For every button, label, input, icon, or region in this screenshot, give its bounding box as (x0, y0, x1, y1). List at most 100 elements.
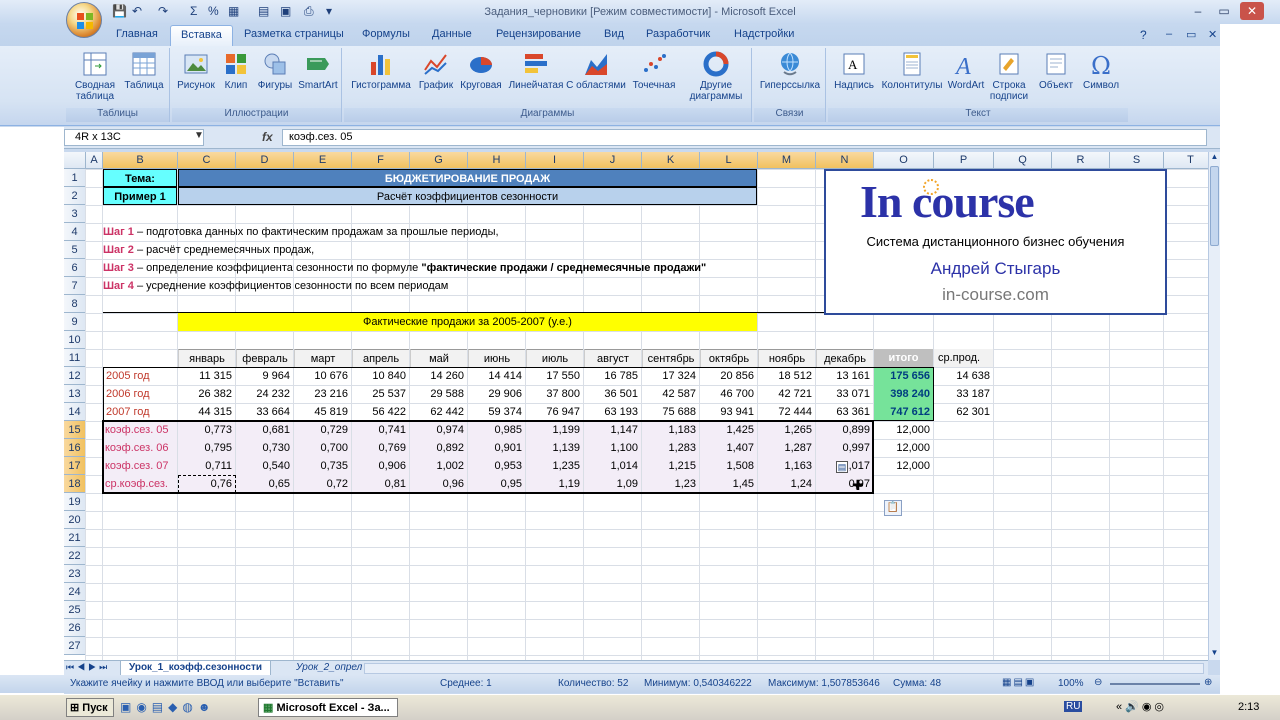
column-header-o[interactable]: O (874, 152, 934, 169)
percent-icon[interactable]: % (208, 4, 219, 18)
column-header-c[interactable]: C (178, 152, 236, 169)
coef-value[interactable]: 0,795 (178, 439, 235, 457)
sheet-tab-2[interactable]: Урок_2_опрел (288, 661, 370, 676)
coef-value[interactable]: 0,953 (468, 457, 525, 475)
sales-value[interactable]: 33 664 (236, 403, 293, 421)
coef-value[interactable]: 1,508 (700, 457, 757, 475)
column-header-n[interactable]: N (816, 152, 874, 169)
sales-value[interactable]: 14 260 (410, 367, 467, 385)
row-header-13[interactable]: 13 (64, 385, 86, 403)
coef-value[interactable]: 1,199 (526, 421, 583, 439)
coef-value[interactable]: 0,892 (410, 439, 467, 457)
close-button[interactable]: ✕ (1240, 2, 1264, 20)
coef-total[interactable]: 12,000 (874, 457, 933, 475)
tab-developer[interactable]: Разработчик (646, 28, 710, 40)
shapes-button[interactable]: Фигуры (254, 50, 296, 91)
select-all-corner[interactable] (64, 152, 86, 169)
coef-value[interactable]: 0,711 (178, 457, 235, 475)
coef-value[interactable]: 0,681 (236, 421, 293, 439)
office-button[interactable] (66, 2, 102, 38)
language-indicator[interactable]: RU (1064, 701, 1083, 712)
row-header-8[interactable]: 8 (64, 295, 86, 313)
row-header-23[interactable]: 23 (64, 565, 86, 583)
coef-value[interactable]: 0,997 (816, 439, 873, 457)
sales-value[interactable]: 14 414 (468, 367, 525, 385)
ribbon-restore-icon[interactable]: ▭ (1186, 28, 1196, 41)
coef-value[interactable]: 0,899 (816, 421, 873, 439)
coef-value[interactable]: 1,014 (584, 457, 641, 475)
tray-icons[interactable]: «🔊◉◎ (1116, 700, 1167, 713)
month-header[interactable]: май (410, 349, 467, 367)
smartart-button[interactable]: SmartArt (296, 50, 340, 91)
ribbon-minimize-icon[interactable]: – (1166, 28, 1172, 40)
avg-value[interactable]: 62 301 (934, 403, 993, 421)
coef-total[interactable]: 12,000 (874, 439, 933, 457)
coef-value[interactable]: 0,96 (410, 475, 467, 493)
paste-options-icon[interactable]: 📋 (884, 500, 902, 516)
example-value-cell[interactable]: Расчёт коэффициентов сезонности (178, 187, 757, 205)
year-label[interactable]: 2007 год (103, 403, 177, 421)
line-chart-button[interactable]: График (416, 50, 456, 91)
sales-value[interactable]: 42 721 (758, 385, 815, 403)
month-header[interactable]: июнь (468, 349, 525, 367)
coef-value[interactable]: 1,163 (758, 457, 815, 475)
column-chart-button[interactable]: Гистограмма (348, 50, 414, 91)
scroll-down-icon[interactable]: ▼ (1209, 648, 1220, 660)
coef-value[interactable]: 0,735 (294, 457, 351, 475)
coef-value[interactable]: 0,906 (352, 457, 409, 475)
name-box-dropdown-icon[interactable]: ▼ (194, 130, 204, 141)
scatter-chart-button[interactable]: Точечная (626, 50, 682, 91)
coef-value[interactable]: 1,139 (526, 439, 583, 457)
coef-value[interactable]: 1,100 (584, 439, 641, 457)
fx-icon[interactable]: fx (262, 130, 273, 144)
sales-value[interactable]: 16 785 (584, 367, 641, 385)
coef-value[interactable]: 0,769 (352, 439, 409, 457)
coef-value[interactable]: 1,45 (700, 475, 757, 493)
coef-value[interactable]: 0,741 (352, 421, 409, 439)
row-header-14[interactable]: 14 (64, 403, 86, 421)
avg-header[interactable]: ср.прод. (934, 349, 993, 367)
total-header[interactable]: итого (874, 349, 933, 367)
zoom-level[interactable]: 100% (1058, 678, 1084, 689)
sales-value[interactable]: 63 193 (584, 403, 641, 421)
column-header-l[interactable]: L (700, 152, 758, 169)
sheet-tab-1[interactable]: Урок_1_коэфф.сезонности (120, 661, 272, 676)
row-header-1[interactable]: 1 (64, 169, 86, 187)
total-value[interactable]: 747 612 (874, 403, 933, 421)
step1-cell[interactable]: Шаг 1 – подготовка данных по фактическим… (103, 223, 873, 241)
scroll-up-icon[interactable]: ▲ (1209, 152, 1220, 164)
step4-cell[interactable]: Шаг 4 – усреднение коэффициентов сезонно… (103, 277, 873, 295)
quick-launch-icons[interactable]: ▣◉▤◆◍☻ (120, 700, 215, 714)
coef-value[interactable]: 0,700 (294, 439, 351, 457)
vertical-scrollbar[interactable]: ▲ ▼ (1208, 152, 1220, 660)
coef-value[interactable]: 1,283 (642, 439, 699, 457)
sales-value[interactable]: 45 819 (294, 403, 351, 421)
sales-value[interactable]: 72 444 (758, 403, 815, 421)
sales-value[interactable]: 62 442 (410, 403, 467, 421)
total-value[interactable]: 398 240 (874, 385, 933, 403)
row-header-27[interactable]: 27 (64, 637, 86, 655)
sales-value[interactable]: 11 315 (178, 367, 235, 385)
coef-value[interactable]: 1,19 (526, 475, 583, 493)
month-header[interactable]: декабрь (816, 349, 873, 367)
avg-value[interactable]: 33 187 (934, 385, 993, 403)
row-header-9[interactable]: 9 (64, 313, 86, 331)
scroll-thumb[interactable] (1210, 166, 1219, 246)
sales-value[interactable]: 17 550 (526, 367, 583, 385)
zoom-out-icon[interactable]: ⊖ (1094, 677, 1102, 688)
tab-review[interactable]: Рецензирование (496, 28, 581, 40)
pivot-table-button[interactable]: Сводная таблица (70, 50, 120, 102)
coef-value[interactable]: 1,425 (700, 421, 757, 439)
area-chart-button[interactable]: С областями (566, 50, 626, 91)
coef-value[interactable]: 1,23 (642, 475, 699, 493)
coef-value[interactable]: 1,147 (584, 421, 641, 439)
pie-chart-button[interactable]: Круговая (456, 50, 506, 91)
qat-dropdown-icon[interactable]: ▾ (326, 4, 332, 18)
coef-label[interactable]: коэф.сез. 07 (103, 457, 177, 475)
row-header-11[interactable]: 11 (64, 349, 86, 367)
sales-header-cell[interactable]: Фактические продажи за 2005-2007 (у.е.) (178, 313, 757, 331)
coef-value[interactable]: 1,002 (410, 457, 467, 475)
coef-value[interactable]: 0,97 (816, 475, 873, 493)
coef-total[interactable]: 12,000 (874, 421, 933, 439)
picture-button[interactable]: Рисунок (174, 50, 218, 91)
